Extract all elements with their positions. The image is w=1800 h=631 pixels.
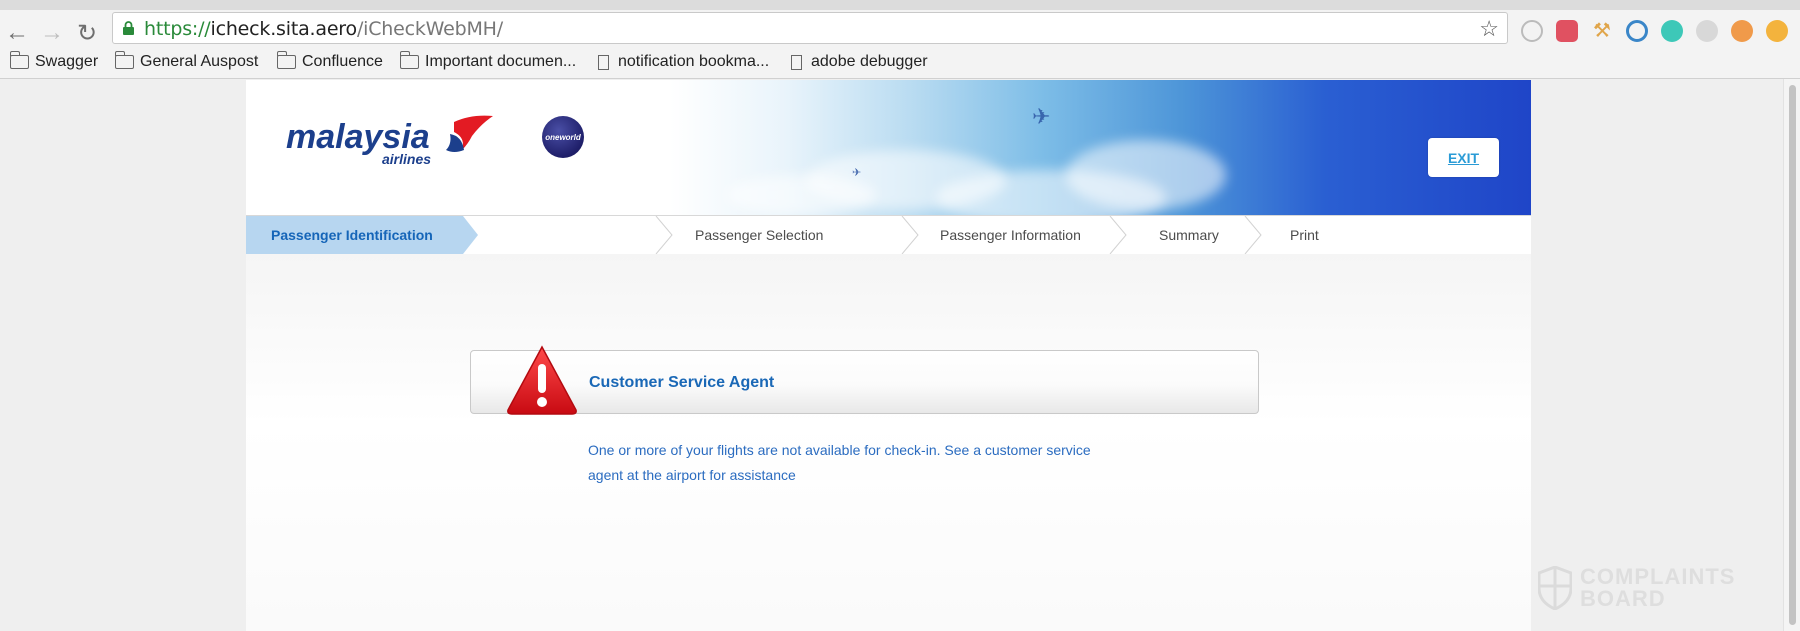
page-scrollbar[interactable] [1783, 79, 1800, 631]
bookmark-label: Important documen... [425, 53, 577, 70]
airplane-small-icon: ✈ [852, 167, 862, 179]
extension-update-icon[interactable] [1766, 20, 1788, 42]
lock-icon [123, 21, 134, 35]
step-passenger-selection[interactable]: Passenger Selection [695, 216, 823, 254]
step-separator-chevron [1109, 216, 1127, 254]
address-bar[interactable]: https://icheck.sita.aero/iCheckWebMH/ ☆ [112, 12, 1508, 44]
complaints-board-watermark: COMPLAINTS BOARD [1538, 564, 1758, 614]
extension-media-icon[interactable] [1556, 20, 1578, 42]
bookmark-label: adobe debugger [811, 53, 928, 70]
extension-target-icon[interactable] [1626, 20, 1648, 42]
logo-subtitle: airlines [382, 151, 431, 167]
step-separator-chevron [901, 216, 919, 254]
checkin-site: malaysia airlines oneworld ✈ ✈ EXIT Pass… [246, 80, 1531, 631]
bookmark-star-icon[interactable]: ☆ [1479, 16, 1499, 42]
arrow-right-icon: → [40, 19, 64, 46]
extension-tool-icon[interactable]: ⚒ [1591, 20, 1613, 42]
bookmark-important-documents[interactable]: Important documen... [399, 51, 577, 73]
bookmark-label: Confluence [302, 53, 383, 70]
bookmarks-bar: Swagger General Auspost Confluence Impor… [0, 47, 1800, 79]
step-summary[interactable]: Summary [1159, 216, 1219, 254]
folder-icon [114, 51, 134, 69]
back-button[interactable]: ← [4, 19, 30, 46]
watermark-text: COMPLAINTS BOARD [1580, 566, 1735, 610]
forward-button[interactable]: → [39, 19, 65, 46]
folder-icon [276, 51, 296, 69]
reload-icon: ↻ [76, 19, 98, 47]
reload-button[interactable]: ↻ [74, 19, 100, 47]
scrollbar-thumb[interactable] [1789, 85, 1796, 625]
bookmark-label: notification bookma... [618, 53, 770, 70]
warning-icon [507, 345, 577, 415]
bookmark-label: Swagger [35, 53, 99, 70]
bookmark-notification[interactable]: notification bookma... [598, 51, 769, 73]
url-path: /iCheckWebMH/ [356, 18, 503, 40]
step-print[interactable]: Print [1290, 216, 1319, 254]
alert-title: Customer Service Agent [589, 374, 775, 391]
airplane-icon: ✈ [1032, 104, 1051, 129]
bookmark-swagger[interactable]: Swagger [9, 51, 99, 73]
malaysia-airlines-logo: malaysia airlines [286, 115, 493, 167]
extension-m-icon[interactable] [1661, 20, 1683, 42]
page-icon [598, 54, 609, 70]
bookmark-label: General Auspost [140, 53, 259, 70]
site-banner: malaysia airlines oneworld ✈ ✈ EXIT [246, 80, 1531, 215]
url-text: https://icheck.sita.aero/iCheckWebMH/ [144, 18, 503, 40]
checkin-progress-steps: Passenger Identification Passenger Selec… [246, 215, 1531, 255]
url-scheme: https:// [144, 18, 211, 40]
watermark-line1: COMPLAINTS [1580, 564, 1736, 589]
extension-block-icon[interactable] [1731, 20, 1753, 42]
alert-message: One or more of your flights are not avai… [588, 442, 1091, 483]
folder-icon [399, 51, 419, 69]
step-passenger-information[interactable]: Passenger Information [940, 216, 1081, 254]
page-icon [791, 54, 802, 70]
oneworld-label: oneworld [545, 132, 581, 142]
alert-panel: Customer Service Agent [470, 345, 1259, 415]
step-separator-chevron [655, 216, 673, 254]
arrow-left-icon: ← [5, 19, 29, 46]
exit-button[interactable]: EXIT [1428, 138, 1499, 177]
extension-search-icon[interactable] [1521, 20, 1543, 42]
folder-icon [9, 51, 29, 69]
oneworld-logo: oneworld [542, 116, 584, 158]
watermark-line2: BOARD [1580, 586, 1666, 611]
step-separator-chevron [1244, 216, 1262, 254]
shield-icon [1538, 566, 1572, 610]
bookmark-adobe-debugger[interactable]: adobe debugger [791, 51, 928, 73]
extension-gear-icon[interactable] [1696, 20, 1718, 42]
step-passenger-identification[interactable]: Passenger Identification [246, 216, 478, 254]
bookmark-general-auspost[interactable]: General Auspost [114, 51, 259, 73]
bookmark-confluence[interactable]: Confluence [276, 51, 383, 73]
url-host: icheck.sita.aero [210, 18, 358, 40]
